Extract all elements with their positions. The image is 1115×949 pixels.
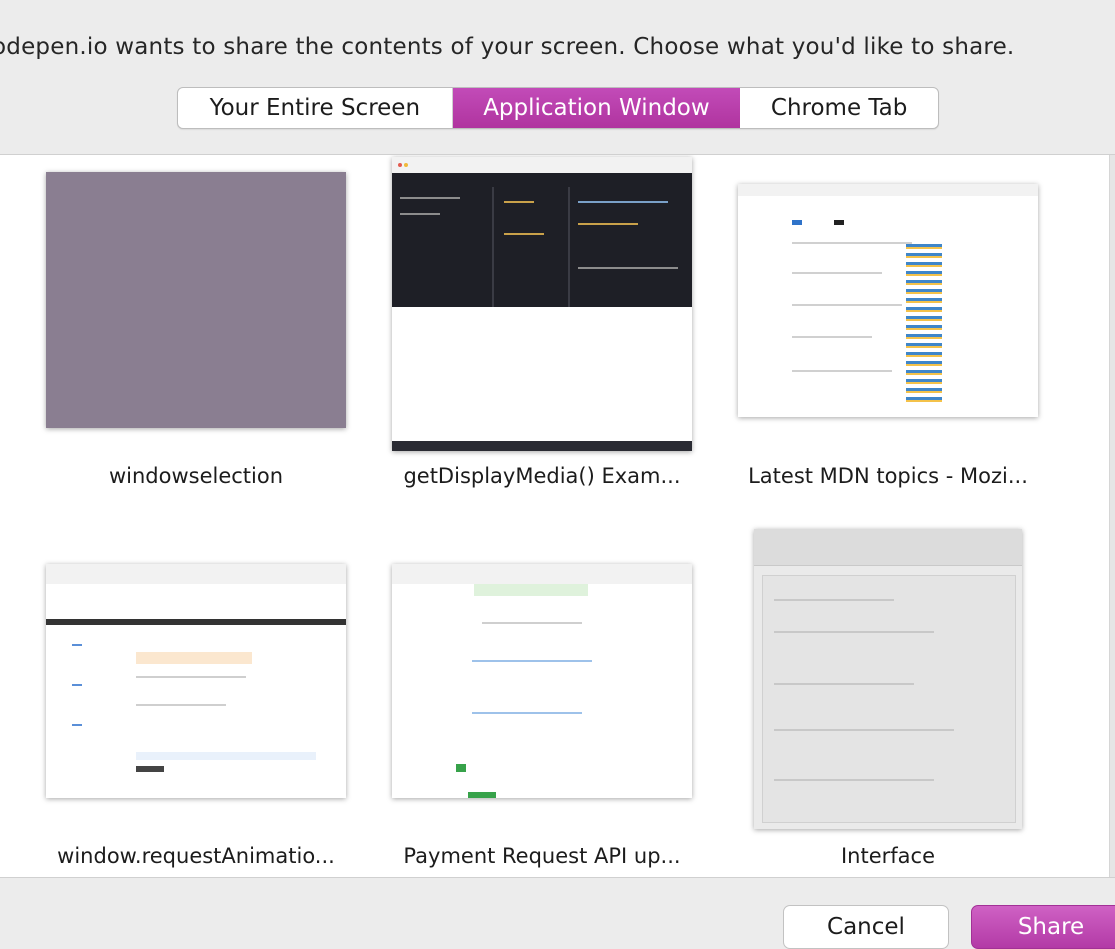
window-grid: windowselection getDisplayMedia() Exam..… — [0, 154, 1115, 878]
window-thumbnail — [754, 529, 1022, 829]
window-title: Interface — [840, 844, 936, 868]
share-button[interactable]: Share — [971, 905, 1115, 949]
tab-chrome-tab[interactable]: Chrome Tab — [740, 88, 938, 128]
window-thumbnail — [392, 564, 692, 798]
window-thumbnail — [46, 172, 346, 428]
window-thumbnail — [392, 157, 692, 451]
share-prompt: odepen.io wants to share the contents of… — [0, 0, 1115, 100]
grid-scrollbar[interactable] — [1109, 155, 1115, 877]
window-thumbnail — [738, 184, 1038, 417]
share-prompt-text: odepen.io wants to share the contents of… — [0, 34, 1015, 60]
tab-application-window[interactable]: Application Window — [452, 88, 741, 128]
window-title: window.requestAnimatio... — [57, 844, 335, 868]
window-title: Payment Request API up... — [403, 844, 681, 868]
window-title: Latest MDN topics - Mozi... — [748, 464, 1028, 488]
window-title: getDisplayMedia() Exam... — [403, 464, 681, 488]
cancel-button[interactable]: Cancel — [783, 905, 949, 949]
window-title: windowselection — [108, 464, 284, 488]
tab-entire-screen[interactable]: Your Entire Screen — [178, 88, 453, 128]
source-tabs: Your Entire Screen Application Window Ch… — [177, 87, 939, 129]
window-thumbnail — [46, 564, 346, 798]
